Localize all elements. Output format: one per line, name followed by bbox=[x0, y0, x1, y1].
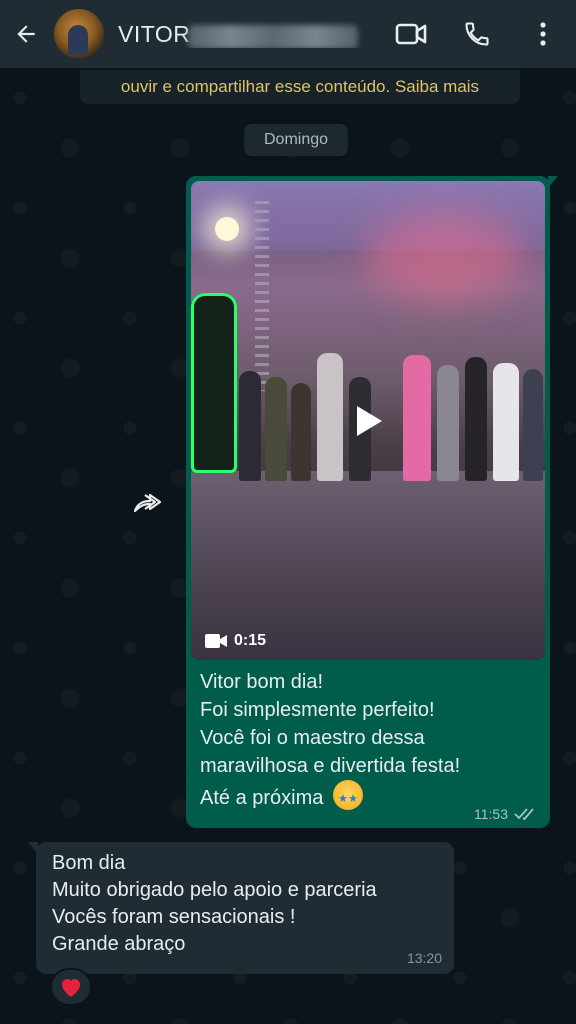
date-separator: Domingo bbox=[244, 124, 348, 156]
more-vertical-icon bbox=[540, 22, 546, 46]
crowd-person bbox=[403, 355, 431, 481]
play-button[interactable] bbox=[349, 401, 389, 441]
message-line: Vocês foram sensacionais ! bbox=[52, 906, 296, 928]
crowd-person bbox=[493, 363, 519, 481]
info-notice[interactable]: ouvir e compartilhar esse conteúdo. Saib… bbox=[80, 70, 520, 104]
forward-icon bbox=[133, 493, 162, 513]
crowd-person bbox=[265, 377, 287, 481]
video-thumbnail[interactable]: 0:15 bbox=[191, 181, 545, 660]
contact-name[interactable]: VITOR bbox=[118, 21, 368, 48]
message-line: Você foi o maestro dessa bbox=[200, 727, 425, 749]
video-duration: 0:15 bbox=[205, 632, 266, 650]
incoming-message-time: 13:20 bbox=[406, 950, 442, 966]
date-separator-text: Domingo bbox=[263, 131, 329, 148]
incoming-message-text: Bom dia Muito obrigado pelo apoio e parc… bbox=[52, 850, 442, 958]
outgoing-message-meta: 11:53 bbox=[474, 806, 538, 822]
chat-area[interactable]: ouvir e compartilhar esse conteúdo. Saib… bbox=[0, 68, 576, 1024]
outgoing-message-text: Vitor bom dia! Foi simplesmente perfeito… bbox=[200, 668, 540, 813]
contact-name-text: VITOR bbox=[118, 20, 191, 47]
message-line: maravilhosa e divertida festa! bbox=[200, 755, 461, 777]
double-check-icon bbox=[514, 808, 534, 821]
forward-button[interactable] bbox=[126, 480, 170, 524]
outgoing-message-bubble[interactable]: 0:15 Vitor bom dia! Foi simplesmente per… bbox=[186, 176, 558, 828]
message-line: Foi simplesmente perfeito! bbox=[200, 699, 435, 721]
chat-header: VITOR bbox=[0, 0, 576, 68]
contact-avatar[interactable] bbox=[54, 9, 104, 59]
message-line-text: Até a próxima bbox=[200, 787, 324, 809]
incoming-message-bubble[interactable]: Bom dia Muito obrigado pelo apoio e parc… bbox=[28, 842, 454, 974]
play-icon bbox=[357, 406, 382, 436]
message-line: Grande abraço bbox=[52, 933, 186, 955]
outgoing-message-time: 11:53 bbox=[474, 806, 508, 822]
red-heart-icon bbox=[62, 979, 80, 997]
redacted-name-blur bbox=[188, 24, 358, 48]
arrow-left-icon bbox=[17, 25, 35, 43]
star-struck-emoji-icon bbox=[332, 780, 363, 813]
video-duration-text: 0:15 bbox=[234, 632, 267, 649]
crowd-person bbox=[437, 365, 459, 481]
crowd-person bbox=[465, 357, 487, 481]
crowd-person bbox=[291, 383, 311, 481]
crowd-person bbox=[239, 371, 261, 481]
message-reaction[interactable] bbox=[50, 968, 92, 1006]
back-button[interactable] bbox=[0, 0, 52, 68]
message-line: Muito obrigado pelo apoio e parceria bbox=[52, 879, 377, 901]
phone-icon bbox=[465, 22, 489, 46]
more-options-button[interactable] bbox=[510, 0, 576, 68]
video-camera-icon bbox=[395, 23, 427, 45]
header-actions bbox=[378, 0, 576, 68]
voice-call-button[interactable] bbox=[444, 0, 510, 68]
message-line: Vitor bom dia! bbox=[200, 671, 324, 693]
video-scene-glow bbox=[365, 211, 525, 301]
crowd-person bbox=[523, 369, 543, 481]
info-notice-text: ouvir e compartilhar esse conteúdo. Saib… bbox=[120, 77, 480, 96]
video-camera-icon bbox=[205, 634, 227, 648]
message-line: Bom dia bbox=[52, 852, 126, 874]
video-scene-light bbox=[215, 217, 239, 241]
video-call-button[interactable] bbox=[378, 0, 444, 68]
crowd-person bbox=[317, 353, 343, 481]
